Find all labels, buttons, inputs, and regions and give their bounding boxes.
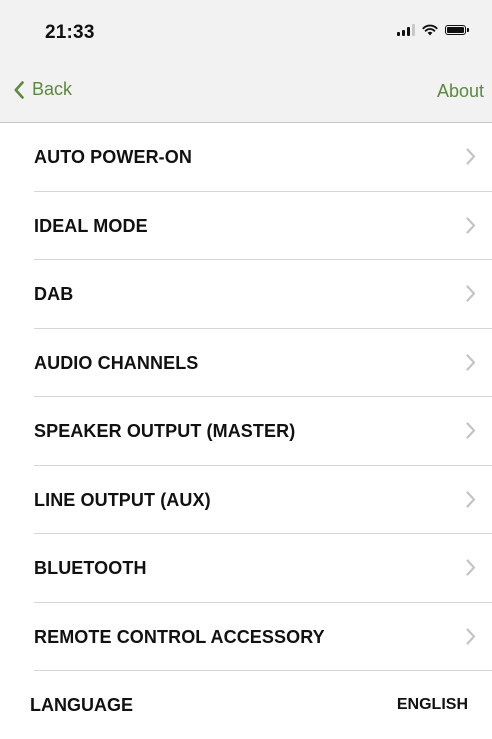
settings-menu: AUTO POWER-ON IDEAL MODE DAB AUDIO CHANN… xyxy=(0,123,492,671)
menu-item-label: AUDIO CHANNELS xyxy=(34,352,199,373)
chevron-right-icon xyxy=(466,353,476,371)
battery-icon xyxy=(445,25,469,35)
wifi-icon xyxy=(422,24,438,36)
menu-item-line-output[interactable]: LINE OUTPUT (AUX) xyxy=(0,466,492,535)
chevron-left-icon xyxy=(14,80,24,99)
back-button[interactable]: Back xyxy=(14,79,72,100)
chevron-right-icon xyxy=(466,490,476,508)
menu-item-audio-channels[interactable]: AUDIO CHANNELS xyxy=(0,329,492,398)
menu-item-label: DAB xyxy=(34,284,74,304)
status-time: 21:33 xyxy=(45,22,95,43)
menu-item-label: IDEAL MODE xyxy=(34,215,148,236)
menu-item-label: SPEAKER OUTPUT (MASTER) xyxy=(34,421,296,441)
menu-item-label: BLUETOOTH xyxy=(34,558,147,578)
chevron-right-icon xyxy=(466,627,476,645)
language-row[interactable]: LANGUAGE ENGLISH xyxy=(0,671,492,734)
menu-item-speaker-output[interactable]: SPEAKER OUTPUT (MASTER) xyxy=(0,397,492,466)
menu-item-label: AUTO POWER-ON xyxy=(34,147,192,167)
chevron-right-icon xyxy=(466,148,476,165)
chevron-right-icon xyxy=(466,216,476,234)
menu-item-ideal-mode[interactable]: IDEAL MODE xyxy=(0,192,492,261)
chevron-right-icon xyxy=(466,422,476,439)
menu-item-remote-control-accessory[interactable]: REMOTE CONTROL ACCESSORY xyxy=(0,603,492,672)
menu-item-auto-power-on[interactable]: AUTO POWER-ON xyxy=(0,123,492,192)
about-button[interactable]: About xyxy=(437,81,484,102)
menu-item-dab[interactable]: DAB xyxy=(0,260,492,329)
menu-item-label: LINE OUTPUT (AUX) xyxy=(34,489,211,510)
menu-item-label: REMOTE CONTROL ACCESSORY xyxy=(34,626,325,647)
language-value[interactable]: ENGLISH xyxy=(397,671,468,739)
signal-icon xyxy=(397,24,415,36)
chevron-right-icon xyxy=(466,285,476,302)
menu-item-bluetooth[interactable]: BLUETOOTH xyxy=(0,534,492,603)
navigation-bar: Back About xyxy=(0,62,492,123)
chevron-right-icon xyxy=(466,559,476,576)
language-label: LANGUAGE xyxy=(30,695,133,715)
back-label: Back xyxy=(32,79,73,99)
status-icons xyxy=(397,24,469,36)
status-bar: 21:33 xyxy=(0,0,492,62)
